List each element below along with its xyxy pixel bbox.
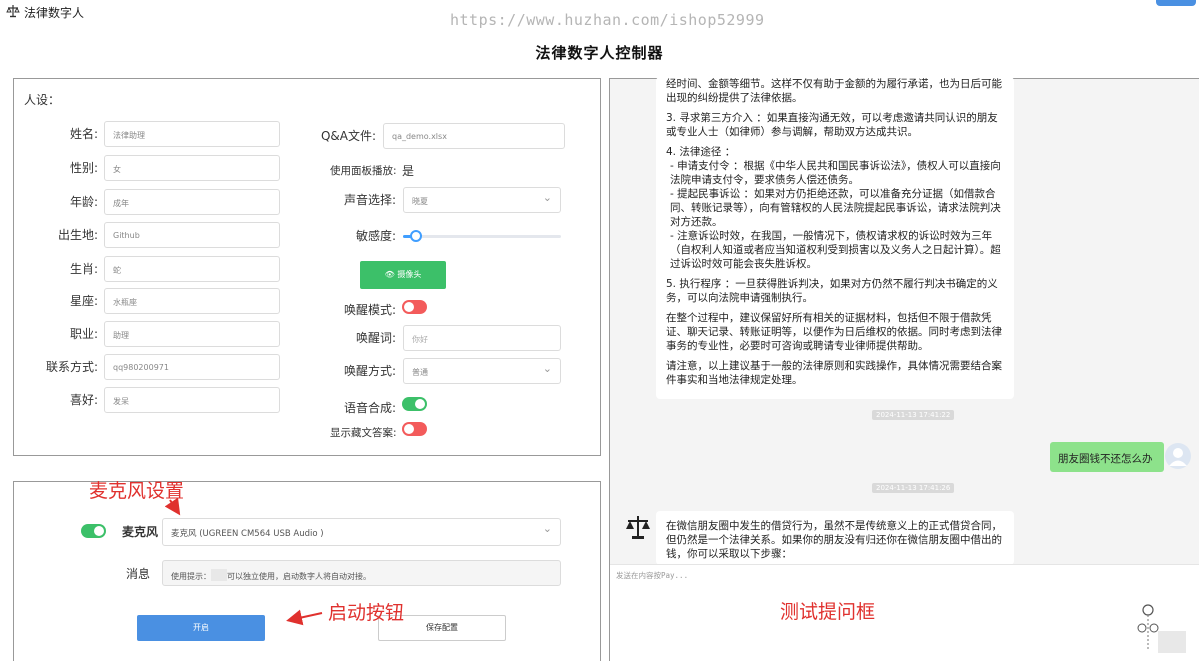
message-prefix: 使用提示：: [171, 572, 211, 581]
question-input[interactable]: 发送在内容按Pay...: [610, 564, 1199, 662]
wake-mode-label: 唤醒模式:: [343, 303, 396, 317]
start-button[interactable]: 开启: [137, 615, 265, 641]
hobby-label: 喜好:: [69, 393, 98, 407]
answer-paragraph: - 提起民事诉讼 ：如果对方仍拒绝还款，可以准备充分证据（如借款合同、转账记录等…: [670, 188, 1001, 228]
wake-word-input[interactable]: 你好: [403, 325, 561, 351]
wake-mode-toggle[interactable]: [402, 300, 427, 314]
name-input[interactable]: 法律助理: [104, 121, 280, 147]
answer-paragraph: - 申请支付令 ：根据《中华人民共和国民事诉讼法》，债权人可以直接向法院申请支付…: [670, 160, 1001, 186]
user-message: 朋友圈钱不还怎么办: [1050, 442, 1164, 472]
birthplace-label: 出生地:: [57, 228, 98, 242]
assistant-message: 在微信朋友圈中发生的借贷行为，虽然不是传统意义上的正式借贷合同，但仍然是一个法律…: [656, 511, 1014, 565]
redacted-box: [211, 569, 227, 581]
camera-button[interactable]: 👁 摄像头: [360, 261, 446, 289]
persona-section-label: 人设：: [24, 93, 61, 107]
mic-toggle[interactable]: [81, 524, 106, 538]
sensitivity-label: 敏感度:: [355, 229, 396, 243]
input-annotation: 测试提问框: [780, 601, 876, 623]
mic-label: 麦克风: [122, 525, 159, 539]
scales-icon: [6, 5, 20, 18]
window-control-button[interactable]: [1156, 0, 1196, 6]
panel-play-value: 是: [402, 164, 415, 178]
constellation-input[interactable]: 水瓶座: [104, 288, 280, 314]
occupation-label: 职业:: [69, 327, 98, 341]
tts-label: 语音合成:: [343, 401, 396, 415]
question-input-placeholder: 发送在内容按Pay...: [616, 571, 689, 580]
node-handle-icon[interactable]: [1134, 601, 1190, 659]
answer-paragraph: - 注意诉讼时效，在我国，一般情况下，债权请求权的诉讼时效为三年（自权利人知道或…: [670, 230, 1001, 270]
sensitivity-thumb[interactable]: [409, 230, 422, 242]
wake-word-label: 唤醒词:: [355, 331, 396, 345]
camera-button-label: 摄像头: [397, 270, 422, 279]
gender-input[interactable]: 女: [104, 155, 280, 181]
chat-panel: 经时间、金额等细节。这样不仅有助于金额的为履行承诺，也为日后可能出现的纠纷提供了…: [609, 77, 1199, 662]
page-title: 法律数字人控制器: [535, 44, 664, 62]
birthplace-input[interactable]: Github: [104, 222, 280, 248]
sensitivity-track[interactable]: [403, 230, 561, 242]
eye-icon: 👁: [384, 270, 395, 279]
user-avatar: [1165, 443, 1191, 469]
message-suffix: 可以独立使用，启动数字人将自动对接。: [227, 572, 371, 581]
timestamp: 2024-11-13 17:41:22: [872, 410, 955, 420]
mic-settings-annotation: 麦克风设置: [89, 480, 185, 502]
qa-file-label: Q&A文件:: [320, 129, 376, 143]
timestamp: 2024-11-13 17:41:26: [872, 483, 955, 493]
hobby-input[interactable]: 发呆: [104, 387, 280, 413]
answer-paragraph: 4. 法律途径 ：: [666, 146, 736, 158]
tts-toggle[interactable]: [402, 397, 427, 411]
qa-file-input[interactable]: qa_demo.xlsx: [383, 123, 565, 149]
wake-method-select[interactable]: 普通: [403, 358, 561, 384]
assistant-message: 经时间、金额等细节。这样不仅有助于金额的为履行承诺，也为日后可能出现的纠纷提供了…: [656, 77, 1014, 399]
window-title: 法律数字人: [24, 6, 85, 20]
watermark-url: https://www.huzhan.com/ishop52999: [450, 11, 765, 29]
persona-panel: 人设： 姓名: 法律助理 性别: 女 年龄: 成年 出生地: Github 生肖…: [13, 78, 601, 456]
show-hidden-toggle[interactable]: [402, 422, 427, 436]
age-label: 年龄:: [69, 195, 98, 209]
answer-paragraph: 请注意，以上建议基于一般的法律原则和实践操作，具体情况需要结合案件事实和当地法律…: [666, 360, 1002, 386]
voice-label: 声音选择:: [343, 193, 396, 207]
zodiac-label: 生肖:: [69, 262, 98, 276]
gender-label: 性别:: [69, 161, 98, 175]
contact-input[interactable]: qq980200971: [104, 354, 280, 380]
message-field: 使用提示： 可以独立使用，启动数字人将自动对接。: [162, 560, 561, 586]
panel-play-label: 使用面板播放:: [330, 165, 397, 177]
mic-panel: 麦克风 麦克风 (UGREEN CM564 USB Audio ) 消息 使用提…: [13, 481, 601, 661]
answer-paragraph: 5. 执行程序 ：一旦获得胜诉判决，如果对方仍然不履行判决书确定的义务，可以向法…: [666, 278, 998, 304]
answer-paragraph: 在整个过程中，建议保留好所有相关的证据材料，包括但不限于借款凭证、聊天记录、转账…: [666, 312, 1002, 352]
contact-label: 联系方式:: [45, 360, 98, 374]
answer-paragraph: 3. 寻求第三方介入 ：如果直接沟通无效，可以考虑邀请共同认识的朋友或专业人士（…: [666, 112, 998, 138]
occupation-input[interactable]: 助理: [104, 321, 280, 347]
wake-method-label: 唤醒方式:: [343, 364, 396, 378]
mic-select[interactable]: 麦克风 (UGREEN CM564 USB Audio ): [162, 518, 561, 546]
constellation-label: 星座:: [69, 294, 98, 308]
scales-icon: [626, 516, 650, 539]
message-label: 消息: [126, 567, 151, 581]
name-label: 姓名:: [69, 127, 98, 141]
zodiac-input[interactable]: 蛇: [104, 256, 280, 282]
age-input[interactable]: 成年: [104, 189, 280, 215]
show-hidden-label: 显示藏文答案:: [330, 427, 397, 439]
answer-paragraph: 经时间、金额等细节。这样不仅有助于金额的为履行承诺，也为日后可能出现的纠纷提供了…: [666, 78, 1002, 104]
voice-select[interactable]: 晓夏: [403, 187, 561, 213]
start-annotation: 启动按钮: [328, 602, 405, 624]
